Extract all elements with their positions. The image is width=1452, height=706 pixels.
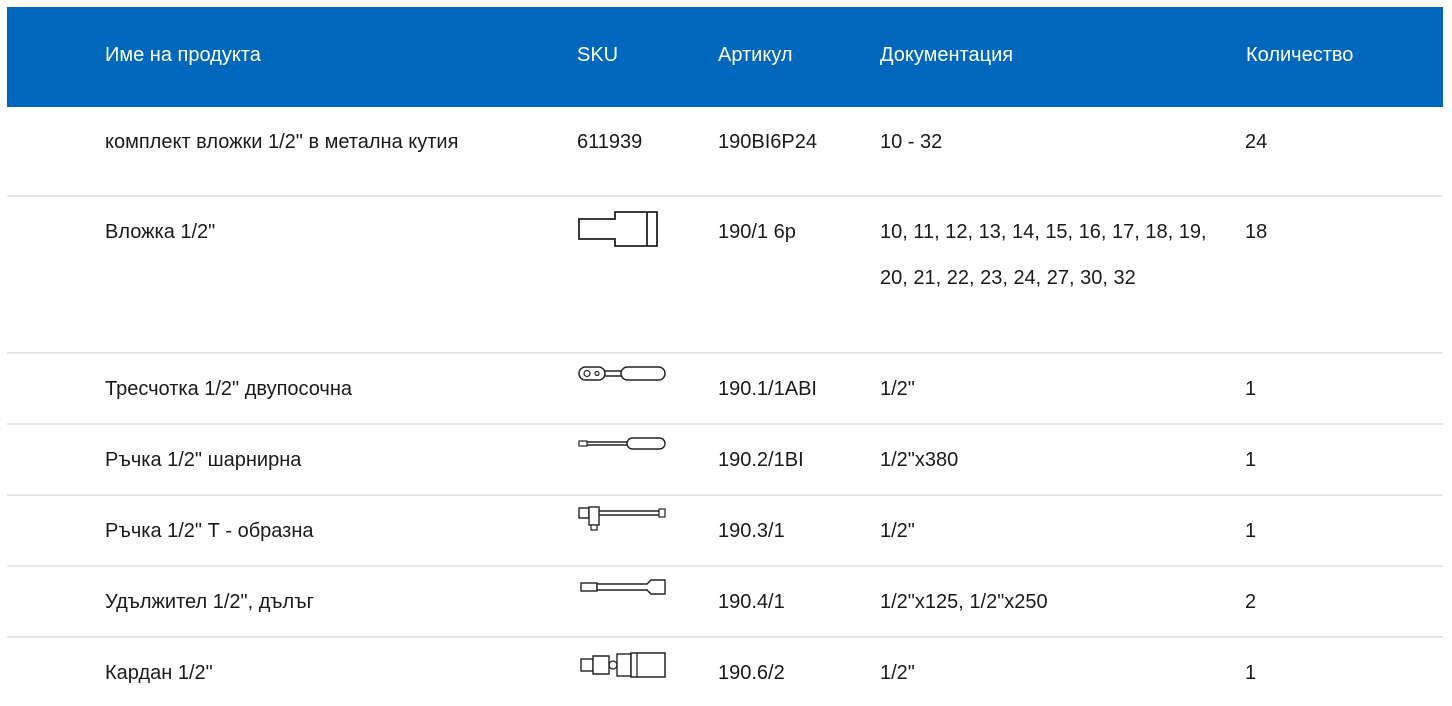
product-documentation: 10 - 32 — [880, 131, 943, 153]
table-header: Име на продукта SKU Артикул Документация… — [7, 7, 1443, 107]
product-documentation: 10, 11, 12, 13, 14, 15, 16, 17, 18, 19, … — [880, 221, 1207, 289]
product-name: Ръчка 1/2" шарнирна — [105, 449, 302, 471]
product-article: 190BI6P24 — [718, 131, 817, 153]
product-name: Кардан 1/2" — [105, 662, 213, 684]
product-article: 190.3/1 — [718, 520, 785, 542]
header-quantity: Количество — [1246, 44, 1354, 66]
product-quantity: 2 — [1245, 591, 1257, 613]
product-article: 190.6/2 — [718, 662, 785, 684]
socket-icon — [575, 209, 671, 249]
product-documentation: 1/2"x125, 1/2"x250 — [880, 591, 1048, 613]
table-row: Удължител 1/2", дълъг 190.4/1 1/2"x125, … — [7, 567, 1443, 638]
table-row: Кардан 1/2" 190.6/2 1/2" 1 — [7, 638, 1443, 706]
product-quantity: 1 — [1245, 520, 1257, 542]
product-documentation: 1/2" — [880, 520, 915, 542]
product-name: Ръчка 1/2" Т - образна — [105, 520, 314, 542]
header-article: Артикул — [718, 44, 793, 66]
product-quantity: 1 — [1245, 662, 1257, 684]
header-product-name: Име на продукта — [105, 44, 261, 66]
header-sku: SKU — [577, 44, 619, 66]
product-name: Удължител 1/2", дълъг — [105, 591, 314, 613]
product-table: Име на продукта SKU Артикул Документация… — [7, 7, 1443, 706]
table-row: Ръчка 1/2" Т - образна 190.3/1 1/2" 1 — [7, 496, 1443, 567]
product-article: 190.1/1ABI — [718, 378, 817, 400]
product-quantity: 1 — [1245, 378, 1257, 400]
extension-bar-icon — [575, 575, 671, 599]
table-row: комплект вложки 1/2" в метална кутия 611… — [7, 107, 1443, 197]
table-row: Тресчотка 1/2" двупосочна 190.1/1ABI 1/2… — [7, 354, 1443, 425]
product-name: Вложка 1/2" — [105, 221, 216, 243]
ratchet-icon — [575, 362, 671, 386]
product-quantity: 18 — [1245, 221, 1268, 243]
table-row: Ръчка 1/2" шарнирна 190.2/1BI 1/2"x380 1 — [7, 425, 1443, 496]
hinged-handle-icon — [575, 433, 671, 453]
product-name: Тресчотка 1/2" двупосочна — [105, 378, 353, 400]
table-row: Вложка 1/2" 190/1 6p 10, 11, 12, 13, 14,… — [7, 197, 1443, 354]
product-name: комплект вложки 1/2" в метална кутия — [105, 131, 459, 153]
product-quantity: 1 — [1245, 449, 1257, 471]
product-documentation: 1/2" — [880, 378, 915, 400]
product-documentation: 1/2" — [880, 662, 915, 684]
product-article: 190.4/1 — [718, 591, 785, 613]
product-article: 190/1 6p — [718, 221, 796, 243]
universal-joint-icon — [575, 650, 671, 680]
header-documentation: Документация — [880, 44, 1014, 66]
product-quantity: 24 — [1245, 131, 1268, 153]
product-sku: 611939 — [577, 131, 643, 153]
product-article: 190.2/1BI — [718, 449, 804, 471]
t-handle-icon — [575, 504, 671, 532]
product-documentation: 1/2"x380 — [880, 449, 959, 471]
